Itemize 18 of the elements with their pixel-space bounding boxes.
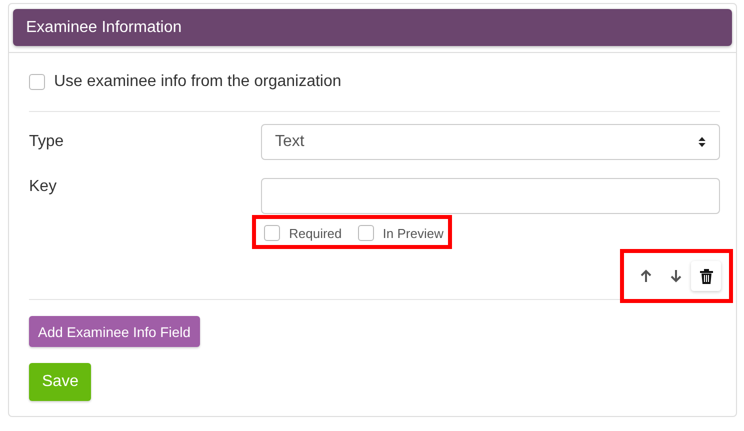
panel-title: Examinee Information: [26, 18, 182, 36]
save-button[interactable]: Save: [29, 363, 92, 401]
checkbox-label: Required: [289, 226, 342, 240]
checkbox[interactable]: [264, 225, 280, 241]
field-label: Type: [29, 133, 65, 151]
checkbox-label: Use examinee info from the organization: [54, 73, 342, 91]
checkbox[interactable]: [29, 74, 45, 90]
checkbox[interactable]: [358, 225, 374, 241]
delete-button[interactable]: [691, 261, 721, 291]
checkbox-label: In Preview: [382, 226, 444, 240]
trash-icon: [700, 268, 712, 284]
type-select[interactable]: Text: [261, 124, 720, 160]
field-label: Key: [29, 178, 58, 196]
add-field-button[interactable]: Add Examinee Info Field: [29, 316, 200, 347]
arrow-down-icon[interactable]: [669, 269, 683, 283]
key-input-field[interactable]: [261, 178, 720, 214]
arrow-up-icon[interactable]: [639, 269, 653, 283]
sort-icon: [698, 136, 706, 148]
